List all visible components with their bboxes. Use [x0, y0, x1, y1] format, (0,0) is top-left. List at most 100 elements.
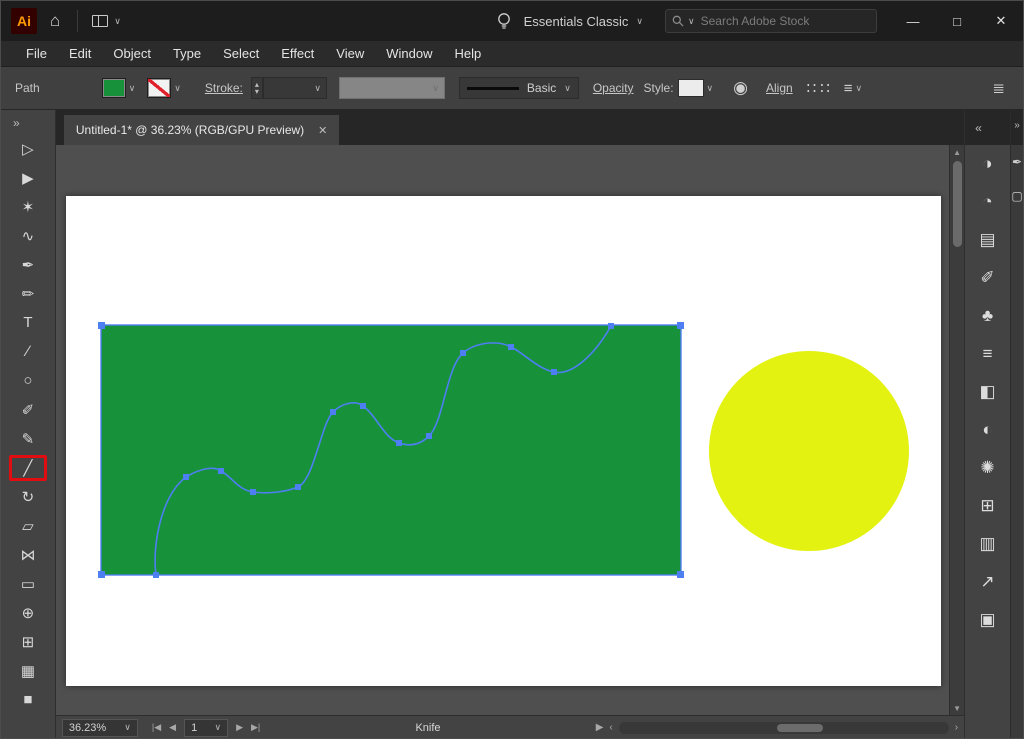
next-artboard-button[interactable]: ▶	[236, 722, 243, 733]
perspective-grid-tool[interactable]: ⊞	[9, 629, 47, 655]
scroll-right-icon[interactable]: ›	[955, 722, 958, 733]
vertical-scrollbar[interactable]: ▲ ▼	[949, 145, 964, 715]
fill-color-control[interactable]: ∨	[102, 78, 136, 98]
recolor-artwork-icon[interactable]: ◉	[733, 78, 748, 98]
anchor-point[interactable]	[426, 433, 432, 439]
selection-tool[interactable]: ▷	[9, 136, 47, 162]
stroke-color-control[interactable]: ∨	[147, 78, 181, 98]
width-tool[interactable]: ⋈	[9, 542, 47, 568]
home-icon[interactable]: ⌂	[37, 1, 73, 41]
secondary-dock-expand-icon[interactable]: »	[1011, 110, 1023, 145]
workspace-switcher-button[interactable]: ∨	[82, 15, 131, 27]
anchor-point[interactable]	[330, 409, 336, 415]
chevron-down-icon[interactable]: ∨	[314, 83, 321, 94]
chevron-down-icon[interactable]: ∨	[129, 83, 136, 94]
knife-tool[interactable]: ╱	[9, 455, 47, 481]
toolbar-expand-icon[interactable]: »	[1, 110, 20, 134]
menu-object[interactable]: Object	[102, 41, 162, 67]
menu-effect[interactable]: Effect	[270, 41, 325, 67]
chevron-down-icon[interactable]: ∨	[856, 83, 863, 94]
align-link[interactable]: Align	[766, 81, 793, 95]
first-artboard-button[interactable]: |◀	[152, 722, 161, 733]
pen-tool[interactable]: ✒	[9, 252, 47, 278]
anchor-point[interactable]	[677, 322, 684, 329]
anchor-point[interactable]	[551, 369, 557, 375]
dock-collapse-icon[interactable]: «	[965, 110, 1010, 145]
brushes-panel-icon[interactable]: ✐	[965, 259, 1010, 297]
anchor-point[interactable]	[608, 323, 614, 329]
stroke-link[interactable]: Stroke:	[205, 81, 243, 95]
transparency-panel-icon[interactable]: ◐	[965, 411, 1010, 449]
swatches-panel-icon[interactable]: ▤	[965, 221, 1010, 259]
fill-color-swatch[interactable]	[102, 78, 126, 98]
minimize-button[interactable]: —	[891, 1, 935, 41]
vertical-scroll-thumb[interactable]	[953, 161, 962, 247]
last-artboard-button[interactable]: ▶|	[251, 722, 260, 733]
rotate-tool[interactable]: ↻	[9, 484, 47, 510]
gradient-tool[interactable]: ■	[9, 687, 47, 713]
close-button[interactable]: ✕	[979, 1, 1023, 41]
menu-help[interactable]: Help	[443, 41, 492, 67]
menu-view[interactable]: View	[325, 41, 375, 67]
scale-tool[interactable]: ▱	[9, 513, 47, 539]
adobe-stock-search[interactable]: ∨	[665, 9, 877, 33]
horizontal-scrollbar[interactable]	[619, 722, 949, 734]
align-anchor-icon[interactable]: ∷	[820, 79, 830, 97]
chevron-down-icon[interactable]: ∨	[564, 83, 571, 94]
scroll-left-icon[interactable]: ‹	[609, 722, 612, 733]
menu-edit[interactable]: Edit	[58, 41, 102, 67]
properties-panel-icon[interactable]: ✒	[1012, 145, 1022, 179]
anchor-point[interactable]	[677, 571, 684, 578]
anchor-point[interactable]	[183, 474, 189, 480]
yellow-circle[interactable]	[709, 351, 909, 551]
shape-builder-tool[interactable]: ⊕	[9, 600, 47, 626]
search-input[interactable]	[699, 13, 870, 29]
anchor-point[interactable]	[98, 571, 105, 578]
links-panel-icon[interactable]: ▣	[965, 601, 1010, 639]
stroke-none-swatch[interactable]	[147, 78, 171, 98]
scroll-up-icon[interactable]: ▲	[950, 145, 964, 159]
horizontal-scroll-thumb[interactable]	[777, 724, 823, 732]
paintbrush-tool[interactable]: ✐	[9, 397, 47, 423]
artboards-panel-icon[interactable]: ⊞	[965, 487, 1010, 525]
pencil-tool[interactable]: ✎	[9, 426, 47, 452]
anchor-point[interactable]	[218, 468, 224, 474]
workspace-selector[interactable]: Essentials Classic ∨	[524, 14, 643, 29]
brush-definition-dropdown[interactable]: Basic ∨	[459, 77, 579, 99]
graphic-style-dropdown[interactable]: ∨	[678, 79, 714, 97]
tab-close-icon[interactable]: ✕	[318, 124, 327, 137]
mesh-tool[interactable]: ▦	[9, 658, 47, 684]
scroll-down-icon[interactable]: ▼	[950, 701, 964, 715]
menu-type[interactable]: Type	[162, 41, 212, 67]
anchor-point[interactable]	[508, 344, 514, 350]
curvature-tool[interactable]: ✏	[9, 281, 47, 307]
stepper-down-icon[interactable]: ▾	[255, 88, 259, 95]
direct-selection-tool[interactable]: ▶	[9, 165, 47, 191]
lasso-tool[interactable]: ∿	[9, 223, 47, 249]
layers-panel-icon[interactable]: ▥	[965, 525, 1010, 563]
previous-artboard-button[interactable]: ◀	[169, 722, 176, 733]
menu-file[interactable]: File	[15, 41, 58, 67]
asset-export-panel-icon[interactable]: ↗	[965, 563, 1010, 601]
gradient-panel-icon[interactable]: ◧	[965, 373, 1010, 411]
anchor-point[interactable]	[250, 489, 256, 495]
maximize-button[interactable]: □	[935, 1, 979, 41]
free-transform-tool[interactable]: ▭	[9, 571, 47, 597]
opacity-link[interactable]: Opacity	[593, 81, 634, 95]
stroke-weight-stepper[interactable]: ▴ ▾	[251, 77, 263, 99]
chevron-down-icon[interactable]: ∨	[174, 83, 181, 94]
color-guide-panel-icon[interactable]: ◔	[965, 183, 1010, 221]
menu-select[interactable]: Select	[212, 41, 270, 67]
align-objects-icon[interactable]: ∷	[807, 79, 817, 97]
distribute-options[interactable]: ≡ ∨	[844, 80, 862, 97]
graphic-style-swatch[interactable]	[678, 79, 704, 97]
green-rectangle[interactable]	[101, 325, 681, 575]
line-segment-tool[interactable]: ∕	[9, 339, 47, 365]
artboard-number-dropdown[interactable]: 1 ∨	[184, 719, 228, 737]
anchor-point[interactable]	[295, 484, 301, 490]
ellipse-tool[interactable]: ○	[9, 368, 47, 394]
symbols-panel-icon[interactable]: ♣	[965, 297, 1010, 335]
anchor-point[interactable]	[460, 350, 466, 356]
discover-lightbulb-icon[interactable]	[484, 1, 524, 41]
menu-window[interactable]: Window	[375, 41, 443, 67]
